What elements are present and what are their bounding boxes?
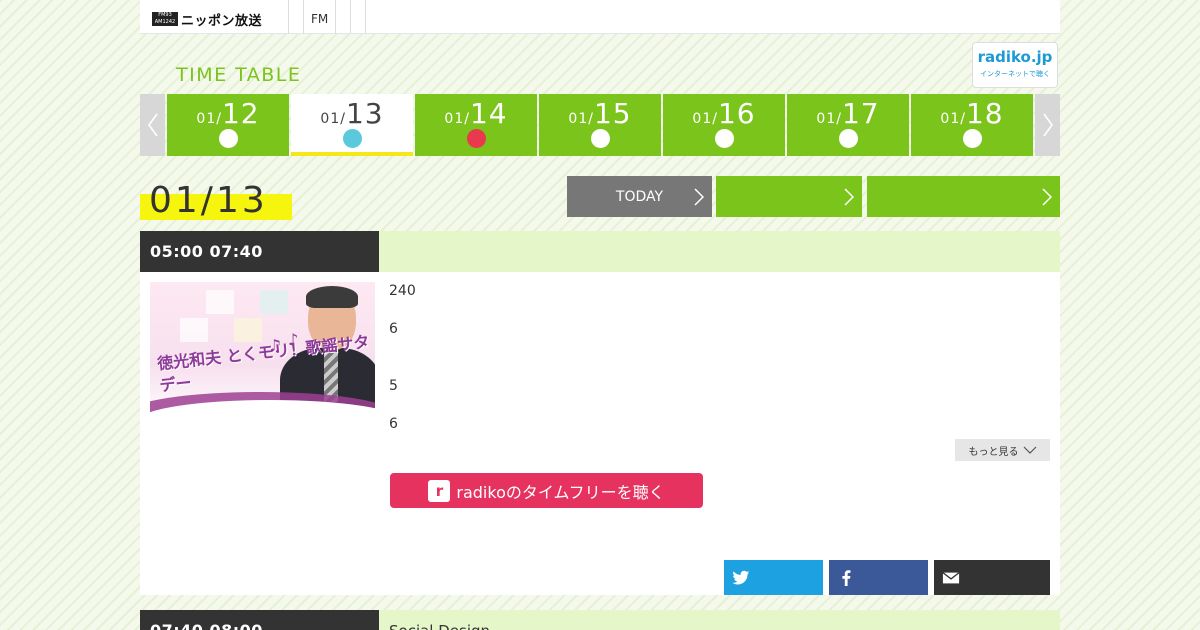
date-tab-day: 12 bbox=[221, 97, 260, 130]
mail-icon bbox=[942, 571, 960, 583]
chevron-down-icon bbox=[1023, 446, 1036, 454]
program-time: 07:40 08:00 bbox=[140, 610, 379, 630]
facebook-share-button[interactable] bbox=[829, 560, 928, 595]
radiko-icon: r bbox=[428, 479, 451, 502]
chevron-right-icon bbox=[694, 188, 704, 206]
today-button-label: TODAY bbox=[615, 188, 664, 205]
date-tab-day: 16 bbox=[717, 97, 756, 130]
date-tab-16[interactable]: 01/16 bbox=[663, 94, 785, 156]
program-description-line: 6 bbox=[389, 416, 398, 432]
show-more-label: もっと見る bbox=[968, 446, 1019, 458]
thumbnail-person bbox=[306, 286, 358, 308]
program-title[interactable] bbox=[379, 231, 1060, 272]
date-tab-17[interactable]: 01/17 bbox=[787, 94, 909, 156]
site-header: FM93 AM1242 ニッポン放送 FM bbox=[140, 0, 1060, 34]
date-tab-status-dot bbox=[838, 129, 858, 148]
next-week-button[interactable] bbox=[1035, 94, 1060, 156]
date-tab-day: 15 bbox=[593, 97, 632, 130]
show-more-button[interactable]: もっと見る bbox=[955, 439, 1050, 461]
radiko-badge-caption: インターネットで聴く bbox=[980, 70, 1050, 78]
date-tab-status-dot bbox=[218, 129, 238, 148]
program-description-line: 240 bbox=[389, 283, 416, 299]
program-description-line: 5 bbox=[389, 378, 398, 394]
date-tab-14[interactable]: 01/14 bbox=[415, 94, 537, 156]
header-divider bbox=[303, 0, 304, 34]
date-tab-day: 17 bbox=[841, 97, 880, 130]
twitter-icon bbox=[732, 570, 750, 584]
current-date: 01/13 bbox=[149, 180, 268, 221]
chevron-right-icon bbox=[844, 188, 854, 206]
mail-share-button[interactable] bbox=[934, 560, 1050, 595]
timetable-title: TIME TABLE bbox=[176, 64, 302, 86]
date-tab-status-dot bbox=[962, 129, 982, 148]
thumbnail-decor bbox=[206, 290, 234, 314]
program-title[interactable]: Social Design bbox=[379, 610, 1060, 630]
thumbnail-decor bbox=[180, 318, 208, 342]
program-time: 05:00 07:40 bbox=[140, 231, 379, 272]
date-tab-status-dot bbox=[714, 129, 734, 148]
today-button[interactable]: TODAY bbox=[567, 176, 712, 217]
twitter-share-button[interactable] bbox=[724, 560, 823, 595]
radiko-timefree-button[interactable]: r radikoのタイムフリーを聴く bbox=[390, 473, 703, 508]
date-tab-day: 18 bbox=[965, 97, 1004, 130]
next-day-button[interactable] bbox=[867, 176, 1060, 217]
date-tab-12[interactable]: 01/12 bbox=[167, 94, 289, 156]
facebook-icon bbox=[842, 569, 851, 586]
chevron-left-icon bbox=[147, 113, 158, 137]
nav-fm-link[interactable]: FM bbox=[311, 12, 328, 26]
date-tab-month: 01/ bbox=[568, 111, 594, 127]
date-tab-month: 01/ bbox=[444, 111, 470, 127]
program-description-line: 6 bbox=[389, 321, 398, 337]
header-divider bbox=[335, 0, 336, 34]
header-divider bbox=[365, 0, 366, 34]
thumbnail-decor bbox=[234, 318, 262, 342]
date-tab-day: 13 bbox=[345, 97, 384, 130]
chevron-right-icon bbox=[1042, 188, 1052, 206]
logo-station-name: ニッポン放送 bbox=[181, 13, 263, 29]
date-tab-status-dot bbox=[466, 129, 486, 148]
date-tab-month: 01/ bbox=[816, 111, 842, 127]
prev-week-button[interactable] bbox=[140, 94, 165, 156]
header-divider bbox=[350, 0, 351, 34]
station-logo[interactable]: FM93 AM1242 ニッポン放送 bbox=[152, 10, 263, 29]
date-tab-month: 01/ bbox=[196, 111, 222, 127]
radiko-timefree-label: radikoのタイムフリーを聴く bbox=[456, 482, 665, 502]
prev-day-button[interactable] bbox=[716, 176, 862, 217]
radiko-badge-logo: radiko.jp bbox=[977, 48, 1053, 66]
date-tab-month: 01/ bbox=[940, 111, 966, 127]
date-tab-status-dot bbox=[342, 129, 362, 148]
radiko-badge-link[interactable]: radiko.jp インターネットで聴く bbox=[972, 42, 1058, 88]
header-divider bbox=[288, 0, 289, 34]
date-tab-13[interactable]: 01/13 bbox=[291, 94, 413, 156]
date-tab-day: 14 bbox=[469, 97, 508, 130]
program-thumbnail[interactable]: ♫ ♪ 徳光和夫 とくモリ！歌謡サタデー bbox=[150, 282, 375, 422]
thumbnail-decor bbox=[260, 290, 288, 314]
date-tab-15[interactable]: 01/15 bbox=[539, 94, 661, 156]
date-tab-status-dot bbox=[590, 129, 610, 148]
date-tab-month: 01/ bbox=[692, 111, 718, 127]
logo-frequency-mark: FM93 AM1242 bbox=[152, 12, 178, 26]
date-tab-month: 01/ bbox=[320, 111, 346, 127]
date-tab-18[interactable]: 01/18 bbox=[911, 94, 1033, 156]
chevron-right-icon bbox=[1042, 113, 1053, 137]
